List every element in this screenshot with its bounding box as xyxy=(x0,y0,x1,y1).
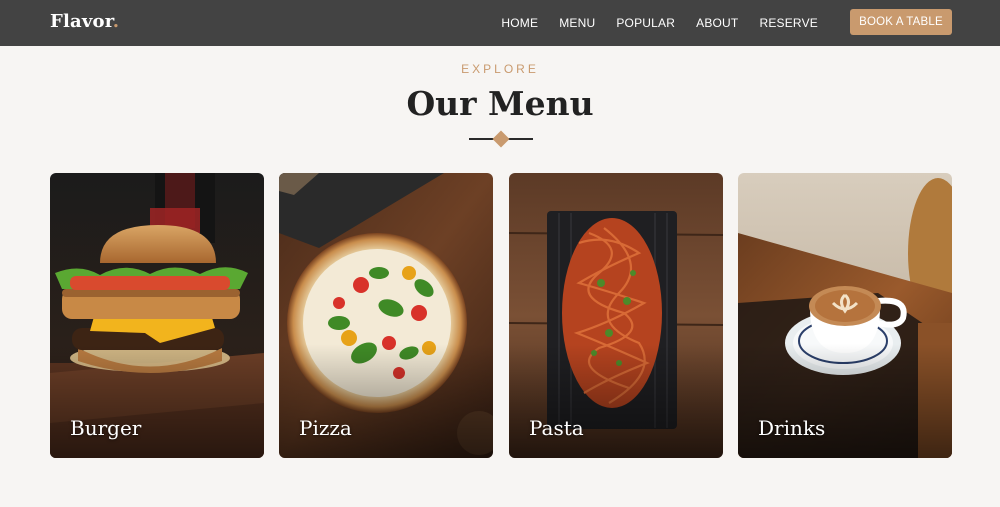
top-navbar: Flavor. HOME MENU POPULAR ABOUT RESERVE … xyxy=(0,0,1000,46)
nav-menu-link[interactable]: MENU xyxy=(559,16,595,30)
brand-name[interactable]: Flavor xyxy=(50,11,113,32)
title-divider xyxy=(469,130,533,148)
nav-about-link[interactable]: ABOUT xyxy=(696,16,738,30)
divider-diamond-icon xyxy=(492,130,510,148)
card-label-drinks: Drinks xyxy=(758,416,826,440)
card-label-burger: Burger xyxy=(70,416,142,440)
brand-dot: . xyxy=(112,11,120,32)
book-table-button[interactable]: BOOK A TABLE xyxy=(850,9,952,35)
brand-logo[interactable]: Flavor. xyxy=(50,11,119,32)
nav-home-link[interactable]: HOME xyxy=(501,16,538,30)
menu-card-pasta[interactable]: Pasta xyxy=(509,173,723,458)
menu-card-pizza[interactable]: Pizza xyxy=(279,173,493,458)
menu-card-burger[interactable]: Burger xyxy=(50,173,264,458)
card-label-pizza: Pizza xyxy=(299,416,352,440)
card-label-pasta: Pasta xyxy=(529,416,584,440)
nav-links: HOME MENU POPULAR ABOUT RESERVE xyxy=(501,0,818,46)
nav-reserve-link[interactable]: RESERVE xyxy=(759,16,818,30)
section-eyebrow: EXPLORE xyxy=(461,62,539,76)
section-title: Our Menu xyxy=(406,84,594,123)
menu-card-drinks[interactable]: Drinks xyxy=(738,173,952,458)
nav-popular-link[interactable]: POPULAR xyxy=(616,16,675,30)
